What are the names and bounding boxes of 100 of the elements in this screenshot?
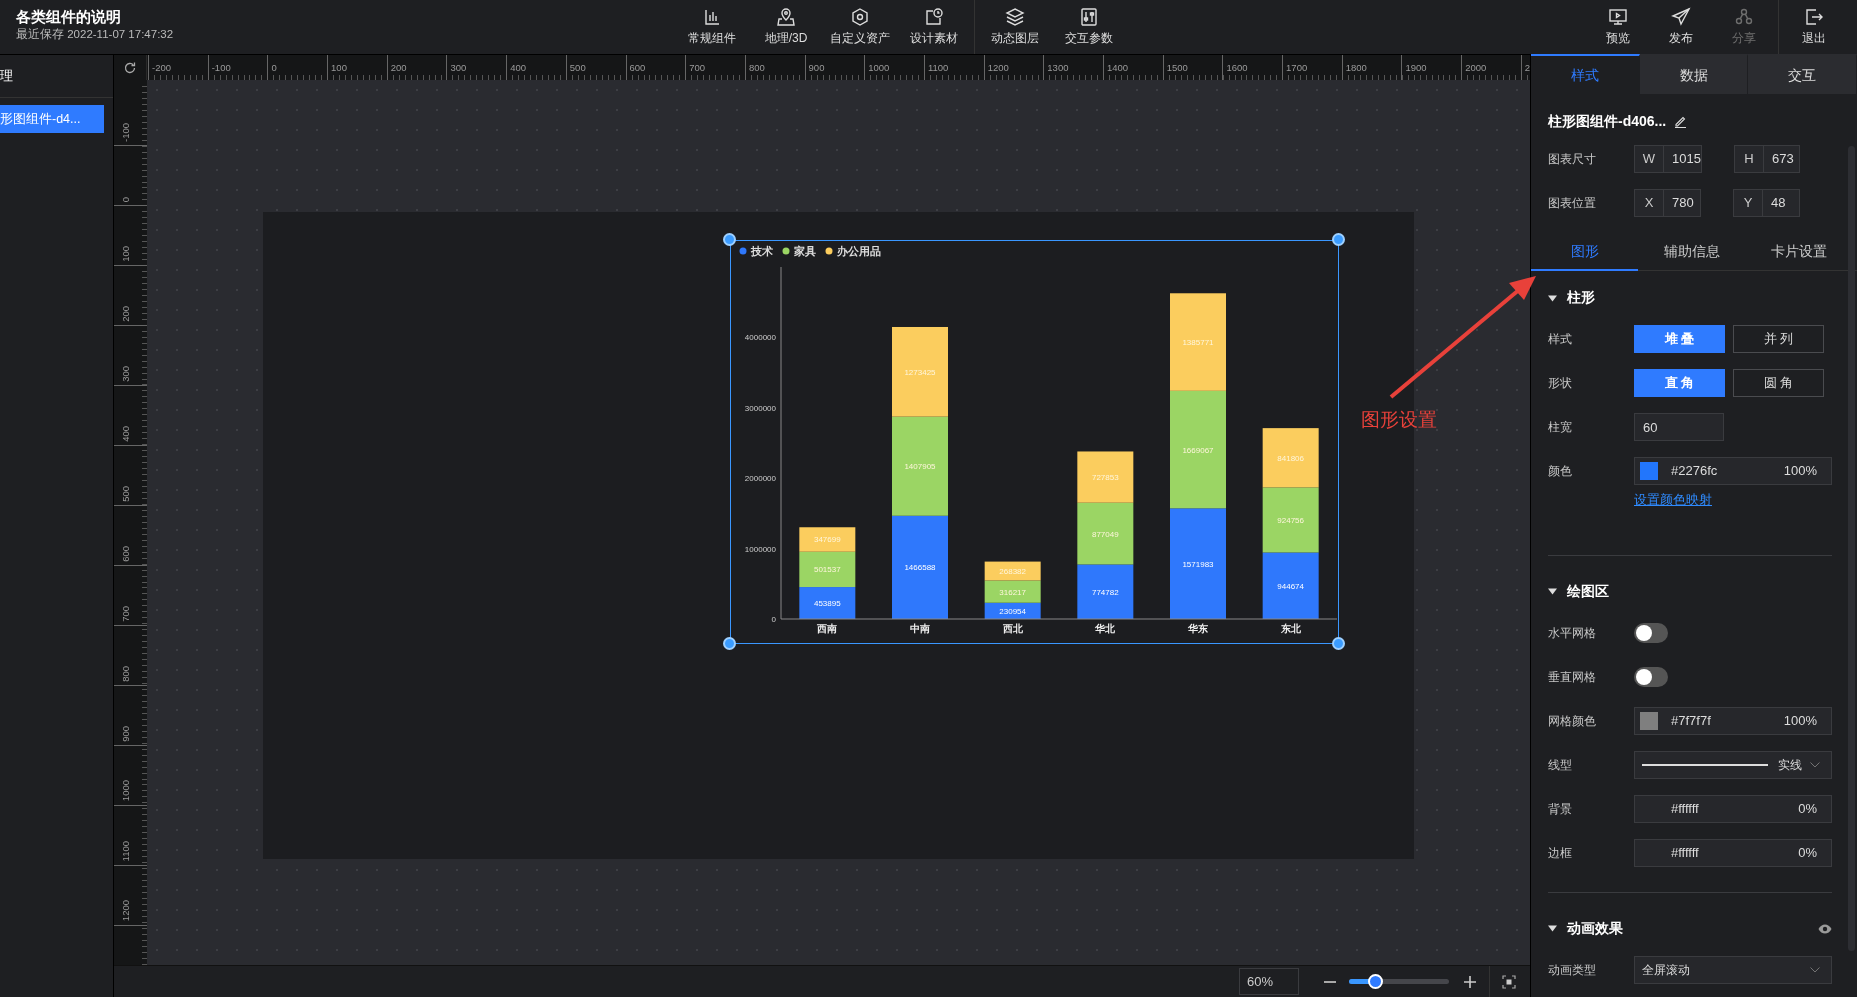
sub-tab[interactable]: 辅助信息 xyxy=(1638,235,1745,271)
resize-handle[interactable] xyxy=(1332,637,1345,650)
panel-tab[interactable]: 数据 xyxy=(1639,54,1749,94)
ruler-label: 400 xyxy=(120,425,131,442)
data-label: 1407905 xyxy=(904,462,936,472)
zoom-field[interactable]: 60% xyxy=(1239,968,1299,995)
number-field[interactable]: 60 xyxy=(1634,413,1724,441)
sliders-icon xyxy=(1079,7,1099,27)
logout-icon xyxy=(1803,7,1824,27)
number-field[interactable]: H 673 xyxy=(1733,145,1800,173)
layer-item[interactable]: 形图组件-d4... xyxy=(0,105,104,133)
toolbar-button[interactable]: 发布 xyxy=(1649,0,1712,54)
color-mapping-link[interactable]: 设置颜色映射 xyxy=(1634,491,1712,510)
option-button[interactable]: 堆 叠 xyxy=(1634,325,1725,353)
toggle-switch[interactable] xyxy=(1634,666,1668,687)
data-label: 230954 xyxy=(999,606,1026,616)
resize-handle[interactable] xyxy=(723,233,736,246)
data-label: 727853 xyxy=(1092,473,1119,483)
ruler-label: 100 xyxy=(331,62,347,73)
toolbar-button[interactable]: 动态图层 xyxy=(978,0,1052,54)
layers-icon xyxy=(1005,7,1025,27)
select-field[interactable]: 实线 xyxy=(1634,750,1833,779)
legend-label: 办公用品 xyxy=(837,245,881,257)
chevron-down-icon xyxy=(1810,966,1820,973)
toolbar-button[interactable]: 预览 xyxy=(1586,0,1649,54)
number-field[interactable]: W 1015 xyxy=(1634,145,1702,173)
toolbar-button[interactable]: 自定义资产 xyxy=(823,0,897,54)
ruler-label: 600 xyxy=(629,62,646,73)
legend-label: 技术 xyxy=(751,245,773,257)
ruler-label: 1000 xyxy=(120,780,131,802)
color-field[interactable]: #7f7f7f 100% xyxy=(1634,706,1832,735)
option-button[interactable]: 并 列 xyxy=(1733,325,1824,353)
resize-handle[interactable] xyxy=(1332,233,1345,246)
bar-segment xyxy=(1077,502,1134,565)
bar-chart-icon xyxy=(702,7,722,27)
resize-handle[interactable] xyxy=(723,637,736,650)
toolbar-button[interactable]: 常规组件 xyxy=(675,0,749,54)
field-label: 柱宽 xyxy=(1548,419,1573,436)
toolbar-button[interactable]: 设计素材 xyxy=(897,0,971,54)
sub-tab[interactable]: 卡片设置 xyxy=(1745,235,1852,271)
toolbar-button[interactable]: 地理/3D xyxy=(749,0,823,54)
zoom-slider[interactable] xyxy=(1349,974,1449,989)
number-field[interactable]: Y 48 xyxy=(1733,189,1800,217)
category-label: 西北 xyxy=(1002,623,1023,634)
section-title: 动画效果 xyxy=(1567,919,1623,938)
data-label: 1669067 xyxy=(1182,445,1214,455)
color-field[interactable]: #ffffff 0% xyxy=(1634,794,1832,823)
pencil-icon xyxy=(1674,114,1688,128)
field-label: 线型 xyxy=(1548,756,1573,774)
bar-segment xyxy=(1262,428,1319,488)
ruler-label: 1100 xyxy=(927,62,949,73)
color-field[interactable]: #2276fc 100% xyxy=(1634,457,1832,485)
ruler-label: 600 xyxy=(120,545,131,562)
slider-thumb[interactable] xyxy=(1368,974,1383,989)
number-field[interactable]: X 780 xyxy=(1634,189,1701,217)
bar-segment xyxy=(984,580,1041,603)
bar-segment xyxy=(984,561,1041,581)
field-label: 网格颜色 xyxy=(1548,712,1597,730)
ruler-label: 800 xyxy=(120,665,131,682)
data-label: 924756 xyxy=(1277,515,1304,525)
option-button[interactable]: 圆 角 xyxy=(1733,369,1824,397)
bar-segment xyxy=(799,587,856,619)
monitor-icon xyxy=(1607,7,1628,27)
section-title: 柱形 xyxy=(1567,288,1595,307)
selection-frame[interactable]: 技术 家具 办公用品 0 1000000 2000000 3000000 4000000 453895 501537 347699 西南 1466588 1407905 1273425 中南 230954 316217 268382 西北 774782 877049 727853 华北 1571983 1669067 1385771 华东 944674 924756 841806 东北 xyxy=(730,240,1339,644)
color-swatch[interactable] xyxy=(1640,711,1658,730)
ruler-label: 1900 xyxy=(1405,62,1427,73)
chevron-down-icon xyxy=(1810,761,1820,768)
ruler-label: 700 xyxy=(120,605,131,622)
ruler-label: 1500 xyxy=(1166,62,1188,73)
ruler-label: 300 xyxy=(120,366,131,382)
plus-icon xyxy=(1463,974,1477,989)
ruler-label: -100 xyxy=(211,62,231,73)
category-label: 东北 xyxy=(1280,623,1301,634)
data-label: 877049 xyxy=(1092,529,1119,539)
ruler-label: 0 xyxy=(271,62,277,73)
field-label: 图表尺寸 xyxy=(1548,151,1597,168)
save-time: 最近保存 2022-11-07 17:47:32 xyxy=(16,27,175,42)
field-label: 水平网格 xyxy=(1548,624,1597,642)
data-label: 944674 xyxy=(1277,581,1304,591)
data-label: 316217 xyxy=(999,587,1026,597)
option-button[interactable]: 直 角 xyxy=(1634,369,1725,397)
color-field[interactable]: #ffffff 0% xyxy=(1634,838,1832,867)
field-label: 形状 xyxy=(1548,375,1573,392)
ruler-label: 1400 xyxy=(1107,62,1129,73)
hexagon-icon xyxy=(850,7,870,27)
sub-tab[interactable]: 图形 xyxy=(1531,235,1638,271)
axis-tick-label: 2000000 xyxy=(744,474,776,484)
exit-button[interactable]: 退出 xyxy=(1782,0,1845,54)
select-field[interactable]: 全屏滚动 xyxy=(1634,955,1833,984)
panel-tab[interactable]: 交互 xyxy=(1748,54,1857,94)
bar-segment xyxy=(1077,451,1134,503)
ruler-label: 200 xyxy=(390,62,407,73)
toggle-switch[interactable] xyxy=(1634,622,1668,643)
toolbar-button[interactable]: 交互参数 xyxy=(1052,0,1126,54)
document-title: 各类组件的说明 xyxy=(16,8,122,26)
color-swatch[interactable] xyxy=(1640,462,1658,480)
fit-screen-icon xyxy=(1502,974,1516,989)
ruler-label: 1200 xyxy=(987,62,1009,73)
ruler-label: 1800 xyxy=(1345,62,1367,73)
